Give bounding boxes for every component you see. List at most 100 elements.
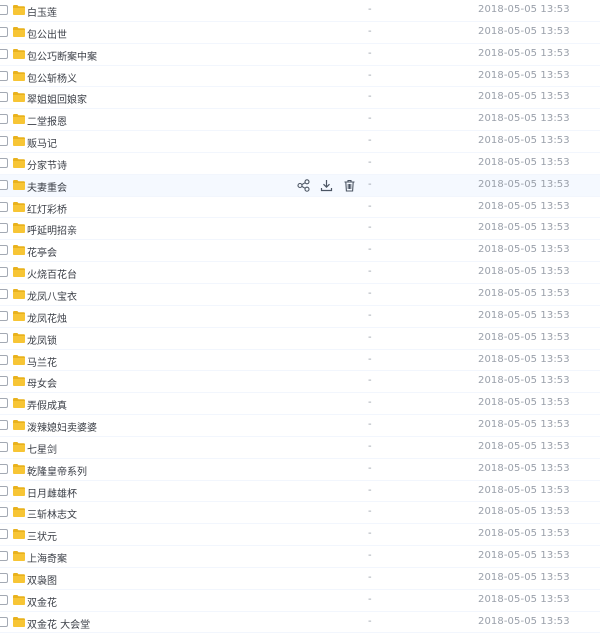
- file-name-link[interactable]: 包公巧断案中案: [27, 48, 97, 63]
- file-row[interactable]: 双金花 - 2018-05-05 13:53: [0, 590, 600, 612]
- row-checkbox[interactable]: [0, 48, 8, 59]
- file-row[interactable]: 包公出世 - 2018-05-05 13:53: [0, 22, 600, 44]
- share-icon[interactable]: [297, 178, 310, 192]
- file-row[interactable]: 龙凤八宝衣 - 2018-05-05 13:53: [0, 284, 600, 306]
- file-row[interactable]: 龙凤锁 - 2018-05-05 13:53: [0, 328, 600, 350]
- file-name-link[interactable]: 龙凤八宝衣: [27, 288, 77, 303]
- file-name-link[interactable]: 双金花: [27, 594, 57, 609]
- file-row[interactable]: 乾隆皇帝系列 - 2018-05-05 13:53: [0, 459, 600, 481]
- file-row[interactable]: 弄假成真 - 2018-05-05 13:53: [0, 393, 600, 416]
- file-name-link[interactable]: 包公出世: [27, 26, 67, 41]
- row-checkbox[interactable]: [0, 507, 8, 518]
- file-name-link[interactable]: 二堂报恩: [27, 113, 67, 128]
- folder-icon: [13, 594, 25, 605]
- file-name-link[interactable]: 三斩林志文: [27, 506, 77, 521]
- modified-date: 2018-05-05 13:53: [478, 353, 570, 365]
- file-row[interactable]: 双袅图 - 2018-05-05 13:53: [0, 568, 600, 590]
- row-checkbox[interactable]: [0, 441, 8, 452]
- file-row[interactable]: 分家节诗 - 2018-05-05 13:53: [0, 153, 600, 175]
- row-checkbox[interactable]: [0, 70, 8, 81]
- file-row[interactable]: 母女会 - 2018-05-05 13:53: [0, 371, 600, 394]
- file-row[interactable]: 火烧百花台 - 2018-05-05 13:53: [0, 262, 600, 284]
- file-row[interactable]: 红灯彩桥 - 2018-05-05 13:53: [0, 197, 600, 219]
- file-name-link[interactable]: 上海奇案: [27, 550, 67, 565]
- file-name-link[interactable]: 包公斩杨义: [27, 70, 77, 85]
- file-name-link[interactable]: 马兰花: [27, 354, 57, 369]
- row-checkbox[interactable]: [0, 5, 8, 15]
- file-name-link[interactable]: 龙凤花烛: [27, 310, 67, 325]
- file-name-link[interactable]: 贩马记: [27, 135, 57, 150]
- row-checkbox[interactable]: [0, 594, 8, 605]
- file-name-link[interactable]: 红灯彩桥: [27, 201, 67, 216]
- row-checkbox[interactable]: [0, 26, 8, 37]
- row-checkbox[interactable]: [0, 572, 8, 583]
- row-checkbox[interactable]: [0, 376, 8, 387]
- row-checkbox[interactable]: [0, 463, 8, 474]
- folder-icon: [13, 245, 25, 256]
- row-checkbox[interactable]: [0, 529, 8, 540]
- row-checkbox[interactable]: [0, 310, 8, 321]
- row-checkbox[interactable]: [0, 332, 8, 343]
- file-name-link[interactable]: 日月雌雄杯: [27, 485, 77, 500]
- file-name-link[interactable]: 七星剑: [27, 441, 57, 456]
- file-row[interactable]: 三状元 - 2018-05-05 13:53: [0, 524, 600, 547]
- file-row[interactable]: 呼延明招亲 - 2018-05-05 13:53: [0, 218, 600, 241]
- row-checkbox[interactable]: [0, 223, 8, 234]
- file-row[interactable]: 白玉莲 - 2018-05-05 13:53: [0, 0, 600, 22]
- delete-icon[interactable]: [343, 179, 356, 192]
- file-row[interactable]: 三斩林志文 - 2018-05-05 13:53: [0, 502, 600, 525]
- row-checkbox[interactable]: [0, 136, 8, 147]
- file-name-link[interactable]: 翠姐姐回娘家: [27, 91, 87, 106]
- row-checkbox[interactable]: [0, 201, 8, 212]
- file-size: -: [368, 69, 372, 81]
- modified-date: 2018-05-05 13:53: [478, 462, 570, 474]
- file-row[interactable]: 上海奇案 - 2018-05-05 13:53: [0, 546, 600, 568]
- folder-icon: [13, 179, 25, 190]
- file-row[interactable]: 翠姐姐回娘家 - 2018-05-05 13:53: [0, 87, 600, 110]
- row-checkbox[interactable]: [0, 179, 8, 190]
- file-row[interactable]: 日月雌雄杯 - 2018-05-05 13:53: [0, 481, 600, 503]
- file-name-link[interactable]: 分家节诗: [27, 157, 67, 172]
- file-row[interactable]: 花亭会 - 2018-05-05 13:53: [0, 240, 600, 263]
- file-row[interactable]: 泼辣媳妇卖婆婆 - 2018-05-05 13:53: [0, 415, 600, 437]
- file-name-link[interactable]: 龙凤锁: [27, 332, 57, 347]
- row-checkbox[interactable]: [0, 354, 8, 365]
- file-name-link[interactable]: 火烧百花台: [27, 266, 77, 281]
- file-name-link[interactable]: 双袅图: [27, 572, 57, 587]
- file-row[interactable]: 二堂报恩 - 2018-05-05 13:53: [0, 109, 600, 132]
- row-checkbox[interactable]: [0, 420, 8, 431]
- file-row[interactable]: 马兰花 - 2018-05-05 13:53: [0, 350, 600, 372]
- row-checkbox[interactable]: [0, 157, 8, 168]
- row-checkbox[interactable]: [0, 288, 8, 299]
- row-checkbox[interactable]: [0, 114, 8, 125]
- folder-icon: [13, 529, 25, 540]
- row-checkbox[interactable]: [0, 245, 8, 256]
- row-checkbox[interactable]: [0, 92, 8, 103]
- file-row[interactable]: 包公斩杨义 - 2018-05-05 13:53: [0, 66, 600, 88]
- row-checkbox[interactable]: [0, 616, 8, 627]
- file-name-link[interactable]: 泼辣媳妇卖婆婆: [27, 419, 97, 434]
- file-row[interactable]: 龙凤花烛 - 2018-05-05 13:53: [0, 306, 600, 328]
- modified-date: 2018-05-05 13:53: [478, 25, 570, 37]
- file-name-link[interactable]: 三状元: [27, 528, 57, 543]
- file-size: -: [368, 331, 372, 343]
- file-name-link[interactable]: 呼延明招亲: [27, 222, 77, 237]
- file-name-link[interactable]: 双金花 大会堂: [27, 616, 90, 631]
- file-name-link[interactable]: 白玉莲: [27, 4, 57, 19]
- row-checkbox[interactable]: [0, 551, 8, 562]
- file-name-link[interactable]: 夫妻重会: [27, 179, 67, 194]
- file-name-link[interactable]: 花亭会: [27, 244, 57, 259]
- row-checkbox[interactable]: [0, 267, 8, 278]
- folder-icon: [13, 616, 25, 627]
- file-name-link[interactable]: 母女会: [27, 375, 57, 390]
- file-row[interactable]: 夫妻重会 - 2018-05-05 13:53: [0, 174, 600, 197]
- file-row[interactable]: 七星剑 - 2018-05-05 13:53: [0, 437, 600, 459]
- row-checkbox[interactable]: [0, 485, 8, 496]
- file-row[interactable]: 贩马记 - 2018-05-05 13:53: [0, 131, 600, 153]
- download-icon[interactable]: [320, 179, 333, 192]
- file-name-link[interactable]: 乾隆皇帝系列: [27, 463, 87, 478]
- file-row[interactable]: 包公巧断案中案 - 2018-05-05 13:53: [0, 44, 600, 66]
- row-checkbox[interactable]: [0, 398, 8, 409]
- file-name-link[interactable]: 弄假成真: [27, 397, 67, 412]
- file-row[interactable]: 双金花 大会堂 - 2018-05-05 13:53: [0, 612, 600, 634]
